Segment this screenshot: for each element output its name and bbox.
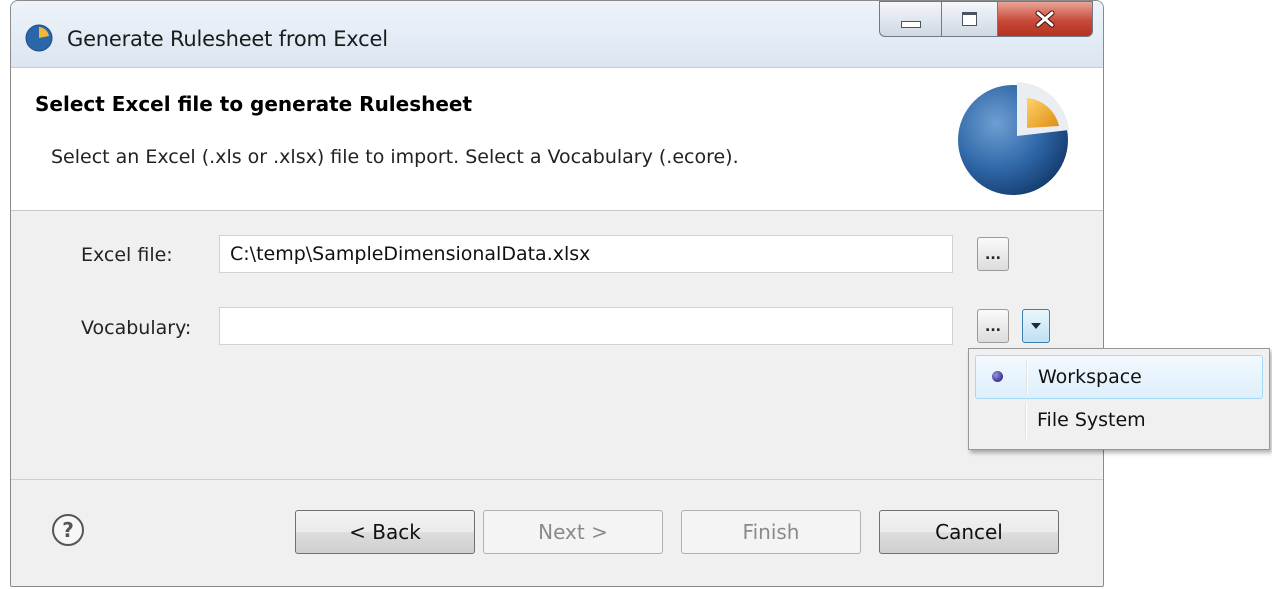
menu-gutter-divider	[1026, 360, 1028, 394]
help-icon[interactable]: ?	[51, 513, 85, 551]
menu-item-label: File System	[1037, 409, 1146, 431]
app-logo-icon	[951, 70, 1079, 202]
selected-radio-icon	[992, 371, 1003, 382]
vocabulary-browse-button[interactable]: ...	[977, 309, 1009, 343]
dialog-window: Generate Rulesheet from Excel Select Exc…	[10, 0, 1104, 587]
close-button[interactable]	[997, 1, 1093, 37]
vocabulary-label: Vocabulary:	[81, 317, 192, 339]
excel-browse-button[interactable]: ...	[977, 237, 1009, 271]
wizard-footer: ? < Back Next > Finish Cancel	[11, 480, 1103, 586]
wizard-content: Excel file: C:\temp\SampleDimensionalDat…	[11, 211, 1103, 480]
excel-file-label: Excel file:	[81, 244, 173, 266]
finish-button[interactable]: Finish	[681, 510, 861, 554]
page-description: Select an Excel (.xls or .xlsx) file to …	[51, 146, 739, 168]
next-button[interactable]: Next >	[483, 510, 663, 554]
page-title: Select Excel file to generate Rulesheet	[35, 92, 473, 116]
maximize-icon	[962, 12, 977, 26]
svg-text:?: ?	[62, 518, 74, 542]
vocabulary-source-menu: Workspace File System	[968, 348, 1270, 450]
maximize-button[interactable]	[941, 1, 997, 37]
wizard-header: Select Excel file to generate Rulesheet …	[11, 68, 1103, 211]
minimize-icon	[900, 20, 921, 28]
title-bar: Generate Rulesheet from Excel	[11, 1, 1103, 68]
excel-file-input[interactable]: C:\temp\SampleDimensionalData.xlsx	[219, 235, 953, 273]
app-icon	[25, 24, 53, 56]
cancel-button[interactable]: Cancel	[879, 510, 1059, 554]
chevron-down-icon	[1031, 323, 1041, 329]
window-title: Generate Rulesheet from Excel	[67, 27, 388, 51]
vocabulary-source-dropdown[interactable]	[1022, 309, 1050, 343]
menu-item-file-system[interactable]: File System	[975, 399, 1263, 443]
menu-item-label: Workspace	[1038, 366, 1142, 388]
menu-gutter-divider	[1025, 403, 1027, 439]
close-icon	[1035, 10, 1055, 28]
back-button[interactable]: < Back	[295, 510, 475, 554]
menu-item-workspace[interactable]: Workspace	[975, 355, 1263, 399]
vocabulary-input[interactable]	[219, 307, 953, 345]
minimize-button[interactable]	[879, 1, 941, 37]
